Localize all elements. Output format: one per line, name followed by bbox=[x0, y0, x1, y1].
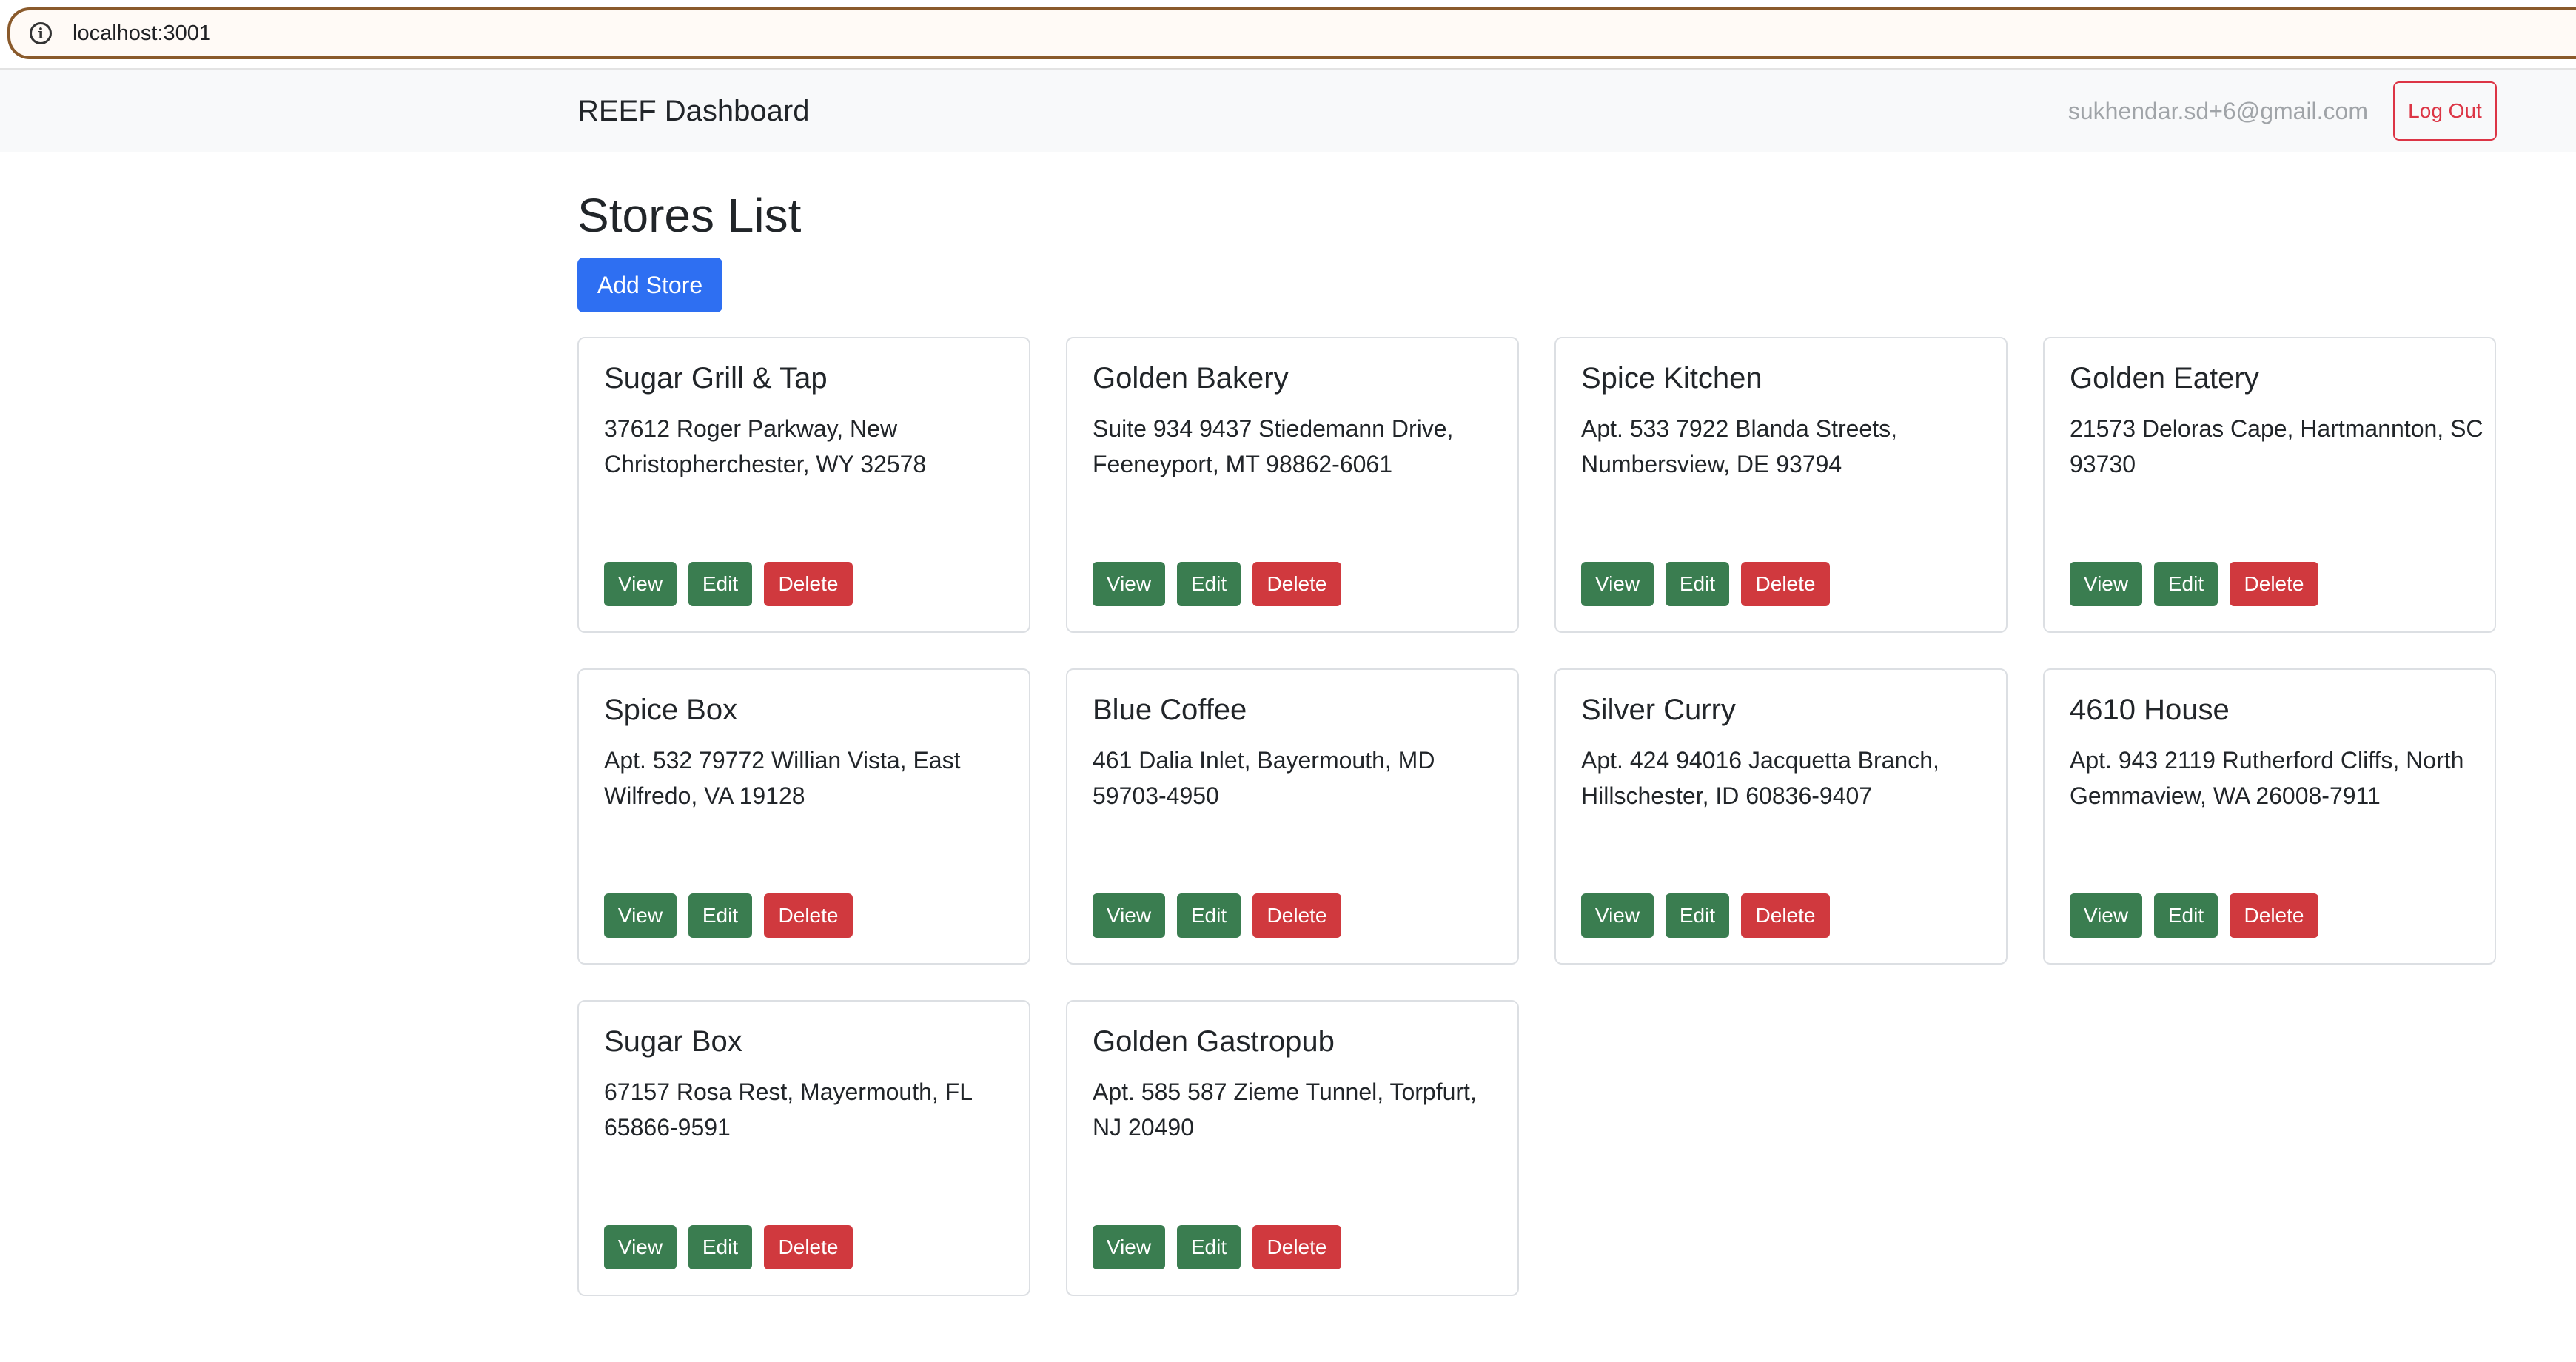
store-name: Silver Curry bbox=[1581, 694, 1736, 726]
navbar: REEF Dashboard sukhendar.sd+6@gmail.com … bbox=[0, 70, 2576, 152]
store-card: Blue Coffee 461 Dalia Inlet, Bayermouth,… bbox=[1066, 668, 1519, 965]
store-card: Spice Box Apt. 532 79772 Willian Vista, … bbox=[577, 668, 1030, 965]
store-address: Suite 934 9437 Stiedemann Drive, Feeneyp… bbox=[1093, 415, 1454, 477]
edit-button[interactable]: Edit bbox=[688, 893, 752, 938]
store-name: Blue Coffee bbox=[1093, 694, 1247, 726]
store-actions: View Edit Delete bbox=[604, 893, 853, 938]
store-name: Golden Bakery bbox=[1093, 362, 1289, 395]
view-button[interactable]: View bbox=[1581, 562, 1654, 606]
view-button[interactable]: View bbox=[2070, 562, 2142, 606]
store-address: Apt. 424 94016 Jacquetta Branch, Hillsch… bbox=[1581, 747, 1939, 809]
store-name: Golden Eatery bbox=[2070, 362, 2259, 395]
store-actions: View Edit Delete bbox=[2070, 893, 2318, 938]
store-card: Golden Gastropub Apt. 585 587 Zieme Tunn… bbox=[1066, 1000, 1519, 1296]
store-actions: View Edit Delete bbox=[1581, 893, 1830, 938]
store-name: Spice Box bbox=[604, 694, 738, 726]
store-actions: View Edit Delete bbox=[604, 1225, 853, 1269]
delete-button[interactable]: Delete bbox=[2230, 893, 2318, 938]
store-address: 37612 Roger Parkway, New Christopherches… bbox=[604, 415, 927, 477]
page-title: Stores List bbox=[577, 189, 802, 242]
edit-button[interactable]: Edit bbox=[2154, 893, 2218, 938]
store-card: Silver Curry Apt. 424 94016 Jacquetta Br… bbox=[1554, 668, 2008, 965]
store-card: Golden Eatery 21573 Deloras Cape, Hartma… bbox=[2043, 337, 2496, 633]
view-button[interactable]: View bbox=[604, 1225, 677, 1269]
store-name: 4610 House bbox=[2070, 694, 2230, 726]
edit-button[interactable]: Edit bbox=[2154, 562, 2218, 606]
view-button[interactable]: View bbox=[604, 562, 677, 606]
delete-button[interactable]: Delete bbox=[1741, 562, 1830, 606]
add-store-button[interactable]: Add Store bbox=[577, 258, 722, 312]
store-actions: View Edit Delete bbox=[1581, 562, 1830, 606]
view-button[interactable]: View bbox=[1093, 562, 1165, 606]
info-icon[interactable]: i bbox=[30, 22, 52, 44]
delete-button[interactable]: Delete bbox=[1741, 893, 1830, 938]
view-button[interactable]: View bbox=[1093, 893, 1165, 938]
delete-button[interactable]: Delete bbox=[1252, 893, 1341, 938]
store-address: Apt. 532 79772 Willian Vista, East Wilfr… bbox=[604, 747, 961, 809]
view-button[interactable]: View bbox=[1581, 893, 1654, 938]
delete-button[interactable]: Delete bbox=[1252, 1225, 1341, 1269]
edit-button[interactable]: Edit bbox=[1666, 893, 1729, 938]
view-button[interactable]: View bbox=[1093, 1225, 1165, 1269]
view-button[interactable]: View bbox=[604, 893, 677, 938]
brand-link[interactable]: REEF Dashboard bbox=[577, 95, 809, 128]
store-address: 461 Dalia Inlet, Bayermouth, MD 59703-49… bbox=[1093, 747, 1435, 809]
store-address: Apt. 585 587 Zieme Tunnel, Torpfurt, NJ … bbox=[1093, 1078, 1477, 1141]
user-email: sukhendar.sd+6@gmail.com bbox=[2067, 98, 2368, 124]
store-name: Sugar Box bbox=[604, 1025, 742, 1058]
edit-button[interactable]: Edit bbox=[1666, 562, 1729, 606]
delete-button[interactable]: Delete bbox=[1252, 562, 1341, 606]
delete-button[interactable]: Delete bbox=[764, 893, 853, 938]
store-address: 21573 Deloras Cape, Hartmannton, SC 9373… bbox=[2070, 415, 2483, 477]
logout-button[interactable]: Log Out bbox=[2393, 81, 2497, 141]
store-card: Spice Kitchen Apt. 533 7922 Blanda Stree… bbox=[1554, 337, 2008, 633]
store-card: Golden Bakery Suite 934 9437 Stiedemann … bbox=[1066, 337, 1519, 633]
edit-button[interactable]: Edit bbox=[1177, 562, 1241, 606]
store-card: 4610 House Apt. 943 2119 Rutherford Clif… bbox=[2043, 668, 2496, 965]
store-actions: View Edit Delete bbox=[1093, 562, 1341, 606]
store-actions: View Edit Delete bbox=[1093, 1225, 1341, 1269]
edit-button[interactable]: Edit bbox=[688, 1225, 752, 1269]
store-address: Apt. 943 2119 Rutherford Cliffs, North G… bbox=[2070, 747, 2464, 809]
store-name: Spice Kitchen bbox=[1581, 362, 1762, 395]
address-bar[interactable]: i localhost:3001 bbox=[7, 7, 2576, 59]
delete-button[interactable]: Delete bbox=[764, 1225, 853, 1269]
store-name: Golden Gastropub bbox=[1093, 1025, 1335, 1058]
delete-button[interactable]: Delete bbox=[2230, 562, 2318, 606]
store-actions: View Edit Delete bbox=[2070, 562, 2318, 606]
edit-button[interactable]: Edit bbox=[1177, 1225, 1241, 1269]
stores-grid: Sugar Grill & Tap 37612 Roger Parkway, N… bbox=[577, 337, 2496, 1296]
store-address: 67157 Rosa Rest, Mayermouth, FL 65866-95… bbox=[604, 1078, 972, 1141]
url-text[interactable]: localhost:3001 bbox=[73, 21, 211, 46]
view-button[interactable]: View bbox=[2070, 893, 2142, 938]
store-actions: View Edit Delete bbox=[1093, 893, 1341, 938]
edit-button[interactable]: Edit bbox=[1177, 893, 1241, 938]
store-actions: View Edit Delete bbox=[604, 562, 853, 606]
delete-button[interactable]: Delete bbox=[764, 562, 853, 606]
store-name: Sugar Grill & Tap bbox=[604, 362, 828, 395]
edit-button[interactable]: Edit bbox=[688, 562, 752, 606]
store-card: Sugar Grill & Tap 37612 Roger Parkway, N… bbox=[577, 337, 1030, 633]
store-address: Apt. 533 7922 Blanda Streets, Numbersvie… bbox=[1581, 415, 1897, 477]
store-card: Sugar Box 67157 Rosa Rest, Mayermouth, F… bbox=[577, 1000, 1030, 1296]
